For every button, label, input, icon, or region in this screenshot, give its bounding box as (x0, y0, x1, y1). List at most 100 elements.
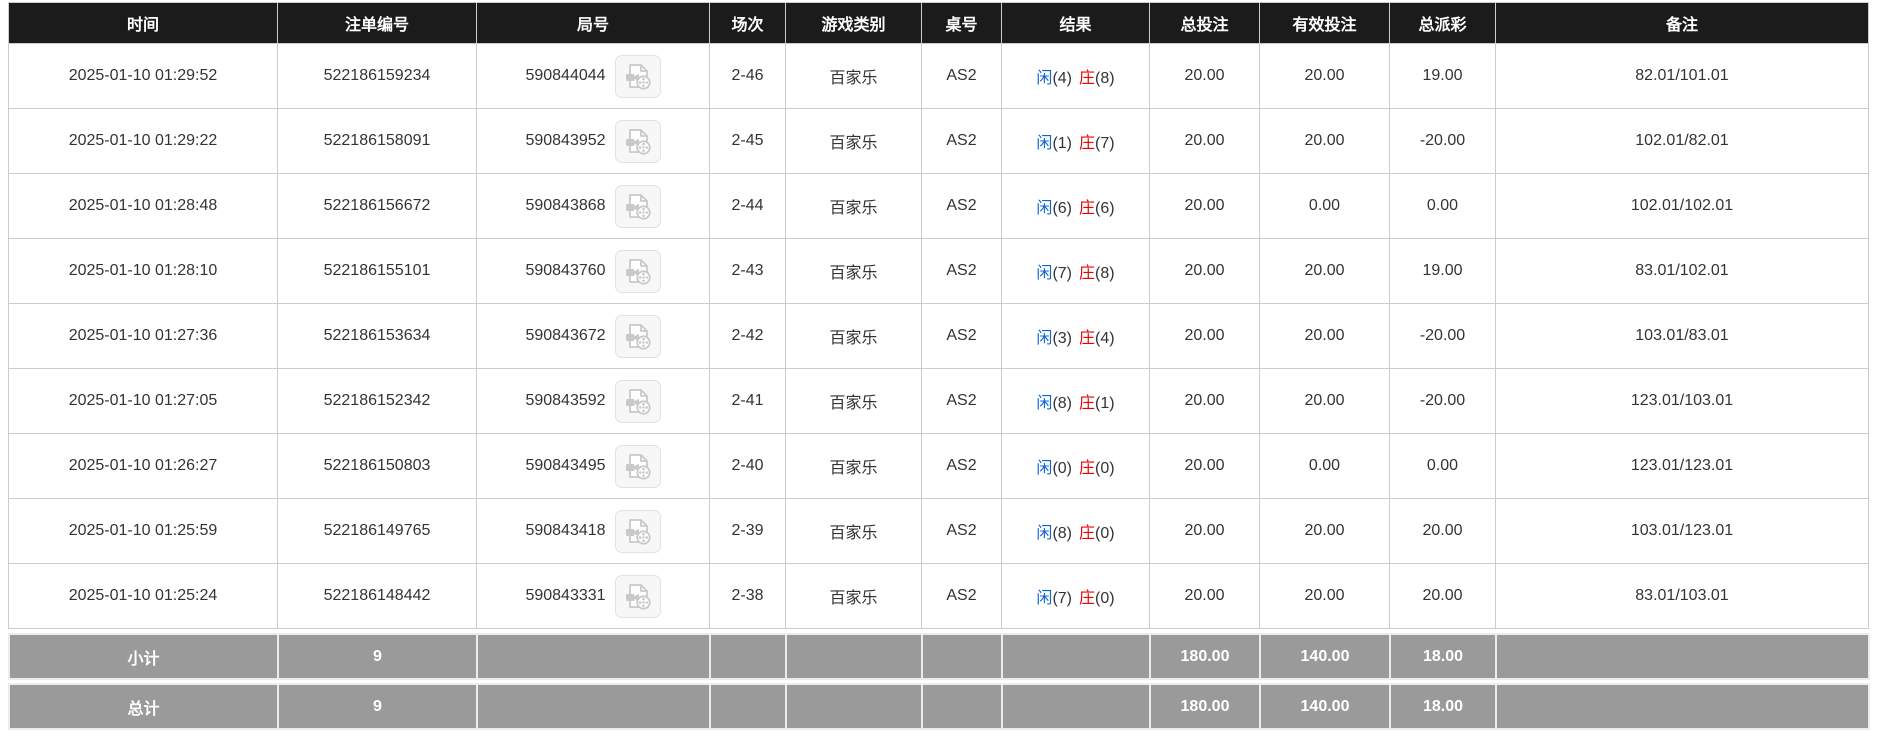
table-row[interactable]: 2025-01-10 01:28:10 522186155101 5908437… (8, 238, 1869, 304)
video-replay-button[interactable] (614, 379, 661, 423)
video-document-icon (625, 259, 651, 285)
grand-total-count: 9 (277, 683, 478, 730)
video-document-icon (625, 389, 651, 415)
col-header-time: 时间 (8, 2, 278, 44)
time-cell: 2025-01-10 01:28:10 (8, 238, 278, 304)
col-header-valid-bet: 有效投注 (1259, 2, 1390, 44)
bet-id-cell: 522186159234 (277, 43, 477, 109)
time-cell: 2025-01-10 01:27:05 (8, 368, 278, 434)
total-bet-link[interactable]: 20.00 (1149, 238, 1260, 304)
subtotal-empty-cell (921, 633, 1003, 680)
table-row[interactable]: 2025-01-10 01:29:52 522186159234 5908440… (8, 43, 1869, 109)
subtotal-table: 小计 9 180.00 140.00 18.00 (8, 633, 1870, 680)
total-bet-link[interactable]: 20.00 (1149, 303, 1260, 369)
valid-bet-cell: 0.00 (1259, 173, 1390, 239)
subtotal-total-payout: 18.00 (1389, 633, 1497, 680)
table-body: 2025-01-10 01:29:52 522186159234 5908440… (8, 43, 1869, 629)
video-replay-button[interactable] (614, 574, 661, 618)
total-payout-cell: 20.00 (1389, 563, 1496, 629)
banker-result-label: 庄 (1079, 395, 1096, 412)
time-cell: 2025-01-10 01:29:52 (8, 43, 278, 109)
result-cell: 闲(4) 庄(8) (1001, 43, 1150, 109)
col-header-total-payout: 总派彩 (1389, 2, 1496, 44)
round-id-value: 590843952 (525, 132, 606, 149)
col-header-game-type: 游戏类别 (785, 2, 922, 44)
total-bet-link[interactable]: 20.00 (1149, 498, 1260, 564)
banker-result-label: 庄 (1079, 135, 1096, 152)
result-cell: 闲(6) 庄(6) (1001, 173, 1150, 239)
col-header-total-bet: 总投注 (1149, 2, 1260, 44)
video-replay-button[interactable] (614, 509, 661, 553)
result-cell: 闲(8) 庄(0) (1001, 498, 1150, 564)
banker-result-label: 庄 (1079, 525, 1096, 542)
player-result-score: (8) (1052, 395, 1072, 412)
video-document-icon (625, 519, 651, 545)
total-bet-link[interactable]: 20.00 (1149, 433, 1260, 499)
remark-cell: 102.01/82.01 (1495, 108, 1869, 174)
grand-total-empty-cell (1001, 683, 1151, 730)
table-no-cell: AS2 (921, 433, 1002, 499)
result-cell: 闲(0) 庄(0) (1001, 433, 1150, 499)
total-bet-link[interactable]: 20.00 (1149, 368, 1260, 434)
total-payout-cell: 0.00 (1389, 173, 1496, 239)
banker-result-score: (1) (1095, 395, 1115, 412)
round-id-cell: 590843418 (476, 498, 710, 564)
round-id-value: 590843495 (525, 457, 606, 474)
banker-result-label: 庄 (1079, 265, 1096, 282)
table-row[interactable]: 2025-01-10 01:25:59 522186149765 5908434… (8, 498, 1869, 564)
round-id-cell: 590843760 (476, 238, 710, 304)
col-header-round-id: 局号 (476, 2, 710, 44)
grand-total-table: 总计 9 180.00 140.00 18.00 (8, 683, 1870, 730)
result-cell: 闲(8) 庄(1) (1001, 368, 1150, 434)
video-replay-button[interactable] (614, 54, 661, 98)
player-result-score: (6) (1052, 200, 1072, 217)
player-result-label: 闲 (1036, 590, 1053, 607)
video-document-icon (625, 324, 651, 350)
table-row[interactable]: 2025-01-10 01:27:36 522186153634 5908436… (8, 303, 1869, 369)
grand-total-total-payout: 18.00 (1389, 683, 1497, 730)
player-result-label: 闲 (1036, 70, 1053, 87)
player-result-label: 闲 (1036, 395, 1053, 412)
valid-bet-cell: 20.00 (1259, 498, 1390, 564)
bet-id-cell: 522186152342 (277, 368, 477, 434)
video-replay-button[interactable] (614, 119, 661, 163)
player-result-label: 闲 (1036, 330, 1053, 347)
subtotal-empty-cell (476, 633, 711, 680)
total-payout-cell: 19.00 (1389, 238, 1496, 304)
round-id-cell: 590843868 (476, 173, 710, 239)
round-id-cell: 590843592 (476, 368, 710, 434)
remark-cell: 102.01/102.01 (1495, 173, 1869, 239)
total-payout-cell: 0.00 (1389, 433, 1496, 499)
round-id-value: 590843760 (525, 262, 606, 279)
video-replay-button[interactable] (614, 314, 661, 358)
subtotal-empty-cell (1001, 633, 1151, 680)
table-row[interactable]: 2025-01-10 01:28:48 522186156672 5908438… (8, 173, 1869, 239)
video-document-icon (625, 194, 651, 220)
video-replay-button[interactable] (614, 444, 661, 488)
table-row[interactable]: 2025-01-10 01:29:22 522186158091 5908439… (8, 108, 1869, 174)
session-cell: 2-43 (709, 238, 786, 304)
table-row[interactable]: 2025-01-10 01:27:05 522186152342 5908435… (8, 368, 1869, 434)
total-bet-link[interactable]: 20.00 (1149, 43, 1260, 109)
total-bet-link[interactable]: 20.00 (1149, 108, 1260, 174)
header-row: 时间 注单编号 局号 场次 游戏类别 桌号 结果 总投注 有效投注 总派彩 备注 (8, 2, 1869, 44)
round-id-value: 590843418 (525, 522, 606, 539)
total-bet-link[interactable]: 20.00 (1149, 563, 1260, 629)
session-cell: 2-45 (709, 108, 786, 174)
table-row[interactable]: 2025-01-10 01:26:27 522186150803 5908434… (8, 433, 1869, 499)
valid-bet-cell: 20.00 (1259, 368, 1390, 434)
table-row[interactable]: 2025-01-10 01:25:24 522186148442 5908433… (8, 563, 1869, 629)
remark-cell: 82.01/101.01 (1495, 43, 1869, 109)
total-bet-link[interactable]: 20.00 (1149, 173, 1260, 239)
total-payout-cell: -20.00 (1389, 303, 1496, 369)
subtotal-empty-cell (1495, 633, 1870, 680)
banker-result-score: (0) (1095, 525, 1115, 542)
table-no-cell: AS2 (921, 563, 1002, 629)
video-replay-button[interactable] (614, 184, 661, 228)
video-replay-button[interactable] (614, 249, 661, 293)
col-header-bet-id: 注单编号 (277, 2, 477, 44)
player-result-score: (4) (1052, 70, 1072, 87)
time-cell: 2025-01-10 01:26:27 (8, 433, 278, 499)
table-no-cell: AS2 (921, 173, 1002, 239)
bet-id-cell: 522186148442 (277, 563, 477, 629)
